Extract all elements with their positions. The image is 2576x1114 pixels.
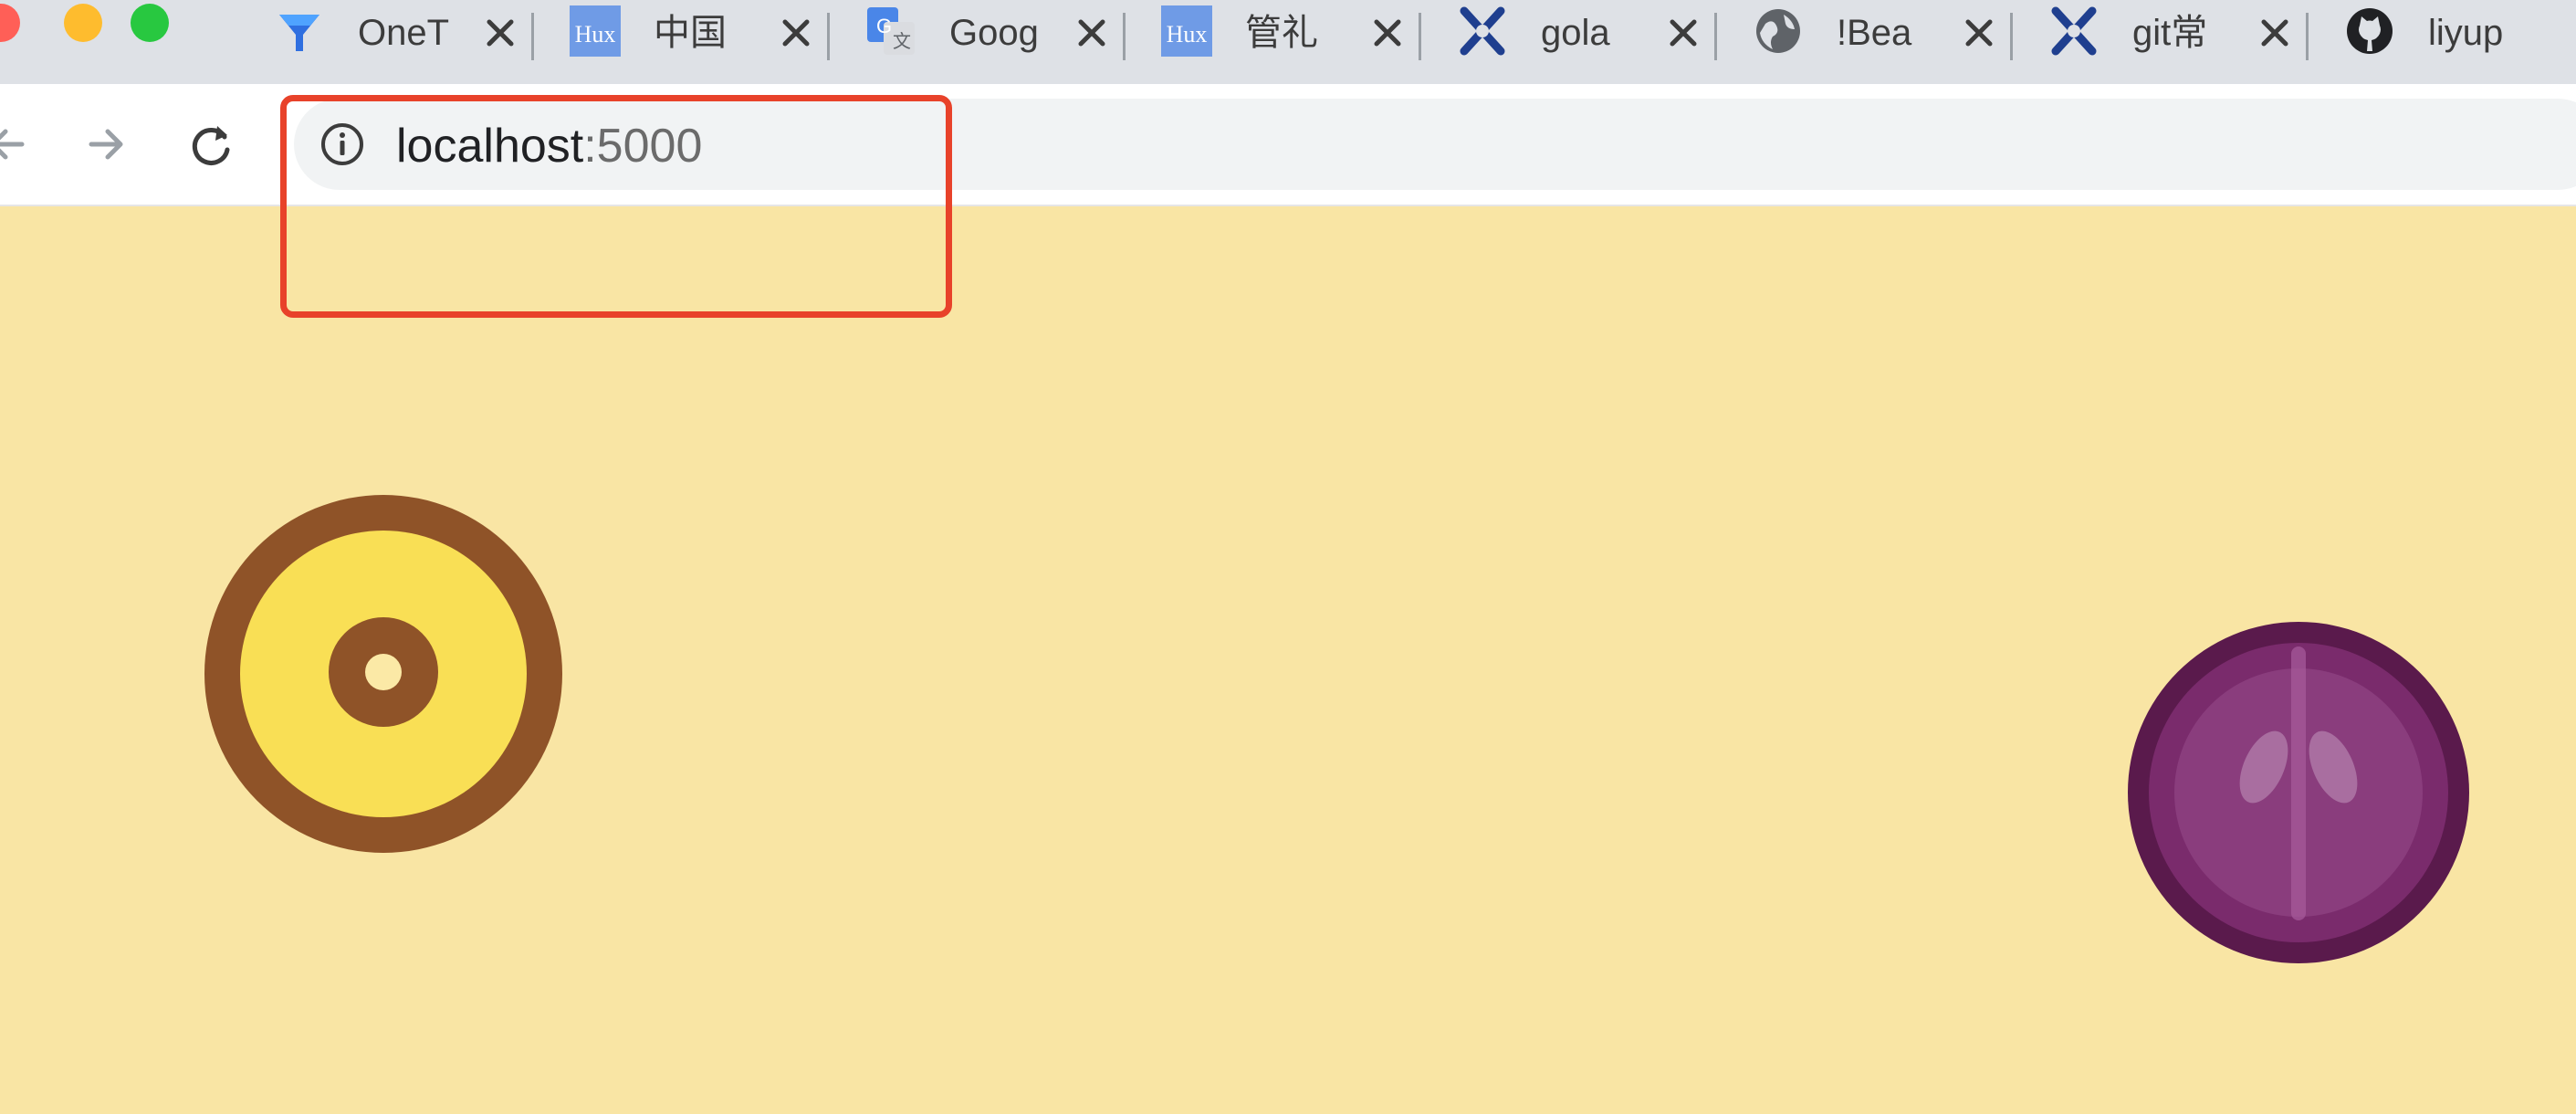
close-icon[interactable] (1366, 11, 1409, 55)
svg-text:文: 文 (893, 31, 911, 52)
yellow-ring-sprite (204, 495, 562, 853)
tab-strip: OneT Hux 中国 G 文 Goog Hux 管礼 gola !Bea gi… (0, 0, 2576, 84)
close-icon[interactable] (1070, 11, 1114, 55)
tab-separator (827, 13, 830, 60)
tab-title: liyup (2428, 13, 2504, 53)
browser-tab[interactable]: gola (1457, 0, 1753, 66)
close-window-button[interactable] (0, 4, 20, 42)
zoom-window-button[interactable] (131, 4, 169, 42)
globe-icon (1756, 9, 1800, 53)
google-translate-icon: G 文 (867, 7, 915, 55)
minimize-window-button[interactable] (64, 4, 102, 42)
tab-separator (2306, 13, 2309, 60)
purple-ball-sprite (2128, 622, 2469, 963)
close-icon[interactable] (2253, 11, 2297, 55)
github-icon (2347, 8, 2393, 54)
browser-tab[interactable]: !Bea (1753, 0, 2048, 66)
browser-tab[interactable]: liyup (2344, 0, 2576, 66)
tab-separator (2010, 13, 2013, 60)
tab-title: Goog (949, 13, 1039, 53)
back-arrow-icon[interactable] (0, 117, 35, 172)
tab-title: OneT (358, 13, 450, 53)
close-icon[interactable] (1661, 11, 1705, 55)
tab-separator (531, 13, 534, 60)
browser-tab[interactable]: Hux 管礼 (1161, 0, 1457, 66)
forward-arrow-icon[interactable] (79, 117, 133, 172)
browser-tab[interactable]: G 文 Goog (865, 0, 1161, 66)
browser-tab[interactable]: OneT (274, 0, 570, 66)
svg-text:G: G (876, 15, 892, 37)
svg-text:Hux: Hux (575, 21, 616, 47)
browser-tab[interactable]: Hux 中国 (570, 0, 865, 66)
hux-icon: Hux (1161, 5, 1212, 57)
tab-separator (1419, 13, 1421, 60)
close-icon[interactable] (478, 11, 522, 55)
reload-icon[interactable] (184, 117, 239, 172)
tab-title: gola (1541, 13, 1610, 53)
logo-x-icon (2051, 6, 2097, 56)
tab-separator (1123, 13, 1126, 60)
tab-title: git常 (2132, 13, 2208, 53)
svg-text:Hux: Hux (1167, 21, 1208, 47)
tab-title: 管礼 (1245, 13, 1318, 53)
close-icon[interactable] (774, 11, 818, 55)
tab-title: !Bea (1837, 13, 1912, 53)
close-icon[interactable] (1957, 11, 2001, 55)
tab-title: 中国 (654, 13, 727, 53)
funnel-icon (279, 15, 319, 51)
tab-separator (1714, 13, 1717, 60)
browser-tab[interactable]: git常 (2048, 0, 2344, 66)
logo-x-icon (1460, 6, 1505, 56)
hux-icon: Hux (570, 5, 621, 57)
highlight-box (280, 95, 952, 318)
